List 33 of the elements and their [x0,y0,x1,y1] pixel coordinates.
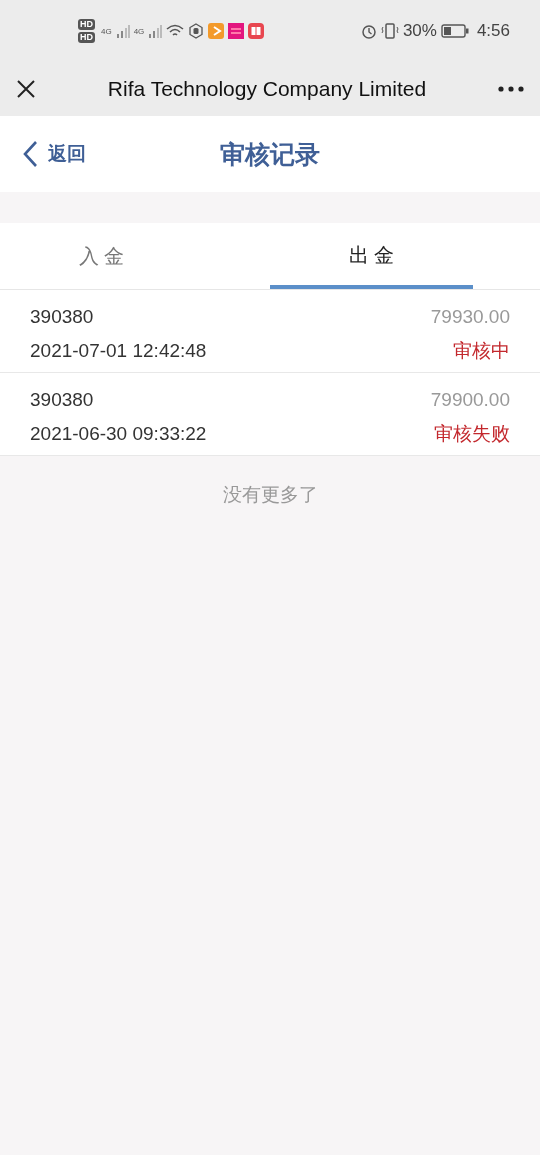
sim-label: HD [78,32,95,43]
tab[interactable]: 入 金 [0,223,203,289]
book-icon [248,23,265,39]
close-icon[interactable] [16,79,36,99]
alarm-icon [360,23,377,39]
signal-icon [115,24,130,38]
vibrate-icon [380,23,399,39]
more-icon[interactable] [498,86,524,92]
chevron-left-icon[interactable] [22,140,38,168]
network-label: 4G [101,27,112,36]
record-datetime: 2021-06-30 09:33:22 [30,423,207,445]
app-icon [228,23,245,39]
battery-icon [440,24,469,38]
record-id: 390380 [30,389,94,411]
wifi-icon [166,24,185,38]
back-button[interactable]: 返回 [22,140,86,168]
sim-label: HD [78,19,95,30]
record-status: 审核中 [453,339,510,363]
play-app-icon [208,23,225,39]
record-datetime: 2021-07-01 12:42:48 [30,340,207,362]
record-row[interactable]: 390380 79930.00 2021-07-01 12:42:48 审核中 [0,290,540,373]
signal-icon [148,24,163,38]
header-title: 审核记录 [220,138,320,170]
record-amount: 79900.00 [430,389,510,411]
clock-time: 4:56 [476,21,510,41]
record-amount: 79930.00 [430,306,510,328]
page-title: Rifa Technology Company Limited [107,77,427,101]
end-of-list-note: 没有更多了 [222,484,318,505]
battery-percent: 30% [402,21,437,41]
record-id: 390380 [30,306,94,328]
network-label: 4G [133,27,145,36]
record-row[interactable]: 390380 79900.00 2021-06-30 09:33:22 审核失败 [0,373,540,456]
record-status: 审核失败 [434,422,510,446]
